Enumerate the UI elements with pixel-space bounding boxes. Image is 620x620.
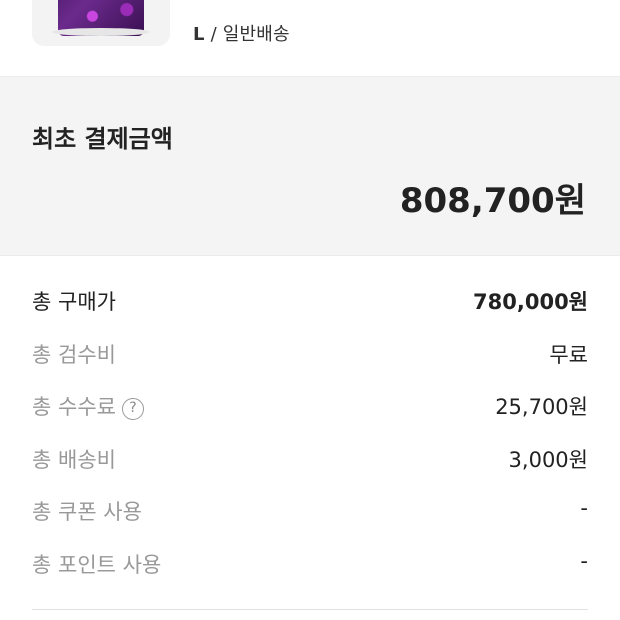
breakdown-value: 3,000원 xyxy=(508,447,588,472)
price-breakdown: 총 구매가 780,000원 총 검수비 무료 총 수수료? 25,700원 총… xyxy=(0,276,620,591)
breakdown-label-wrap: 총 수수료? xyxy=(32,391,144,421)
product-option-size: L xyxy=(193,24,205,45)
breakdown-value: - xyxy=(580,496,588,520)
breakdown-row-purchase-price: 총 구매가 780,000원 xyxy=(0,276,620,329)
initial-payment-section: 최초 결제금액 808,700원 xyxy=(0,77,620,255)
payment-amount: 808,700원 xyxy=(399,181,586,221)
payment-title: 최초 결제금액 xyxy=(32,125,173,153)
order-summary-page: L / 일반배송 최초 결제금액 808,700원 총 구매가 780,000원… xyxy=(0,0,620,620)
product-row[interactable]: L / 일반배송 xyxy=(0,0,620,76)
divider xyxy=(0,255,620,256)
breakdown-value: 무료 xyxy=(549,342,588,367)
breakdown-row-inspection-fee: 총 검수비 무료 xyxy=(0,329,620,382)
breakdown-row-shipping-fee: 총 배송비 3,000원 xyxy=(0,434,620,487)
product-image-shadow xyxy=(52,28,150,36)
product-option: L / 일반배송 xyxy=(193,20,290,46)
breakdown-row-points: 총 포인트 사용 - xyxy=(0,539,620,592)
breakdown-value: 780,000원 xyxy=(473,290,588,314)
breakdown-value: - xyxy=(580,548,588,573)
divider xyxy=(32,609,588,610)
product-option-separator: / xyxy=(204,24,223,45)
product-option-shipping: 일반배송 xyxy=(222,24,290,45)
breakdown-label: 총 배송비 xyxy=(32,447,116,472)
breakdown-label: 총 검수비 xyxy=(32,342,116,367)
breakdown-row-commission: 총 수수료? 25,700원 xyxy=(0,381,620,434)
breakdown-label: 총 구매가 xyxy=(32,290,116,314)
question-circle-icon[interactable]: ? xyxy=(121,398,144,420)
breakdown-label: 총 포인트 사용 xyxy=(32,552,162,577)
breakdown-label: 총 쿠폰 사용 xyxy=(32,500,142,524)
breakdown-value: 25,700원 xyxy=(495,395,588,419)
breakdown-row-coupon: 총 쿠폰 사용 - xyxy=(0,486,620,539)
product-thumbnail[interactable] xyxy=(32,0,170,46)
breakdown-label: 총 수수료 xyxy=(32,395,116,419)
